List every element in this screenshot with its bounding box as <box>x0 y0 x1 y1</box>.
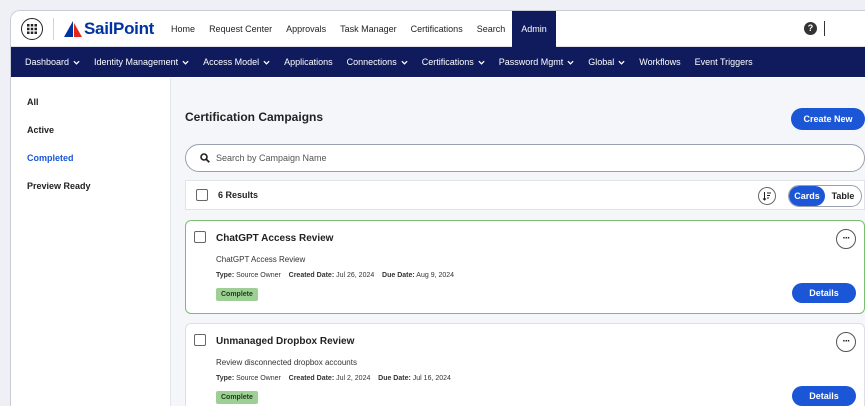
campaign-description: Review disconnected dropbox accounts <box>216 358 357 367</box>
page-title: Certification Campaigns <box>185 110 324 124</box>
search-icon <box>200 153 210 163</box>
created-label: Created Date: <box>288 272 335 279</box>
created-value: Jul 2, 2024 <box>336 375 371 382</box>
type-value: Source Owner <box>236 375 281 382</box>
logo-mark-icon <box>64 20 82 37</box>
nav-request-center[interactable]: Request Center <box>202 11 279 47</box>
subnav-label: Dashboard <box>25 57 70 67</box>
chevron-down-icon <box>73 60 80 65</box>
campaign-description: ChatGPT Access Review <box>216 255 306 264</box>
main-content: Certification Campaigns Create New Searc… <box>171 78 865 406</box>
type-label: Type: <box>216 272 235 279</box>
status-badge: Complete <box>216 288 258 301</box>
sort-button[interactable] <box>758 187 776 205</box>
app-launcher-button[interactable] <box>21 17 43 40</box>
filter-active[interactable]: Active <box>11 116 170 144</box>
chevron-down-icon <box>263 60 270 65</box>
subnav-identity-management[interactable]: Identity Management <box>87 57 196 67</box>
subnav-label: Access Model <box>203 57 260 67</box>
more-options-button[interactable]: ··· <box>836 332 856 352</box>
details-button[interactable]: Details <box>792 386 856 406</box>
nav-certifications[interactable]: Certifications <box>404 11 470 47</box>
card-checkbox[interactable] <box>194 334 206 346</box>
due-value: Aug 9, 2024 <box>416 272 455 279</box>
filter-all[interactable]: All <box>11 88 170 116</box>
view-table-option[interactable]: Table <box>825 186 861 206</box>
top-navigation: SailPoint Home Request Center Approvals … <box>11 11 865 47</box>
grid-icon <box>27 23 37 34</box>
search-input[interactable]: Search by Campaign Name <box>185 144 865 172</box>
subnav-label: Identity Management <box>94 57 179 67</box>
subnav-connections[interactable]: Connections <box>340 57 415 67</box>
due-label: Due Date: <box>382 272 415 279</box>
campaign-meta: Type: Source Owner Created Date: Jul 26,… <box>216 272 454 279</box>
chevron-down-icon <box>401 60 408 65</box>
nav-task-manager[interactable]: Task Manager <box>333 11 404 47</box>
view-cards-option[interactable]: Cards <box>789 186 825 206</box>
nav-search[interactable]: Search <box>470 11 513 47</box>
subnav-label: Connections <box>346 57 397 67</box>
status-badge: Complete <box>216 391 258 404</box>
subnav-label: Applications <box>284 57 333 67</box>
chevron-down-icon <box>618 60 625 65</box>
subnav-dashboard[interactable]: Dashboard <box>18 57 87 67</box>
nav-home[interactable]: Home <box>164 11 202 47</box>
subnav-global[interactable]: Global <box>581 57 632 67</box>
sort-icon <box>762 192 771 201</box>
subnav-workflows[interactable]: Workflows <box>632 57 687 67</box>
campaign-meta: Type: Source Owner Created Date: Jul 2, … <box>216 375 451 382</box>
divider <box>53 17 54 40</box>
results-count: 6 Results <box>218 190 259 200</box>
subnav-applications[interactable]: Applications <box>277 57 340 67</box>
filter-completed[interactable]: Completed <box>11 144 170 172</box>
subnav-label: Event Triggers <box>694 57 753 67</box>
chevron-down-icon <box>182 60 189 65</box>
subnav-certifications[interactable]: Certifications <box>415 57 492 67</box>
created-value: Jul 26, 2024 <box>336 272 375 279</box>
details-button[interactable]: Details <box>792 283 856 303</box>
create-new-button[interactable]: Create New <box>791 108 865 130</box>
admin-subnavigation: Dashboard Identity Management Access Mod… <box>11 47 865 77</box>
subnav-label: Global <box>588 57 615 67</box>
subnav-event-triggers[interactable]: Event Triggers <box>688 57 760 67</box>
more-options-button[interactable]: ··· <box>836 229 856 249</box>
card-checkbox[interactable] <box>194 231 206 243</box>
help-separator <box>824 21 825 36</box>
logo-text: SailPoint <box>84 18 155 38</box>
type-label: Type: <box>216 375 235 382</box>
created-label: Created Date: <box>288 375 335 382</box>
nav-approvals[interactable]: Approvals <box>279 11 333 47</box>
due-label: Due Date: <box>378 375 411 382</box>
campaign-title: ChatGPT Access Review <box>216 233 334 244</box>
chevron-down-icon <box>567 60 574 65</box>
results-toolbar: 6 Results Cards Table <box>185 180 865 210</box>
subnav-label: Certifications <box>421 57 474 67</box>
subnav-access-model[interactable]: Access Model <box>196 57 277 67</box>
subnav-label: Password Mgmt <box>498 57 564 67</box>
subnav-label: Workflows <box>639 57 681 67</box>
search-placeholder: Search by Campaign Name <box>216 153 327 163</box>
type-value: Source Owner <box>236 272 281 279</box>
campaign-card[interactable]: Unmanaged Dropbox Review Review disconne… <box>185 323 865 406</box>
help-icon[interactable]: ? <box>804 22 817 35</box>
select-all-checkbox[interactable] <box>196 189 208 201</box>
app-window: SailPoint Home Request Center Approvals … <box>10 10 865 406</box>
chevron-down-icon <box>478 60 485 65</box>
sailpoint-logo[interactable]: SailPoint <box>64 19 154 39</box>
campaign-card[interactable]: ChatGPT Access Review ChatGPT Access Rev… <box>185 220 865 314</box>
campaign-filter-sidebar: All Active Completed Preview Ready <box>11 78 171 406</box>
due-value: Jul 16, 2024 <box>412 375 451 382</box>
nav-admin[interactable]: Admin <box>512 11 556 47</box>
campaign-title: Unmanaged Dropbox Review <box>216 336 355 347</box>
filter-preview-ready[interactable]: Preview Ready <box>11 172 170 200</box>
view-toggle: Cards Table <box>788 185 862 207</box>
subnav-password-mgmt[interactable]: Password Mgmt <box>492 57 582 67</box>
